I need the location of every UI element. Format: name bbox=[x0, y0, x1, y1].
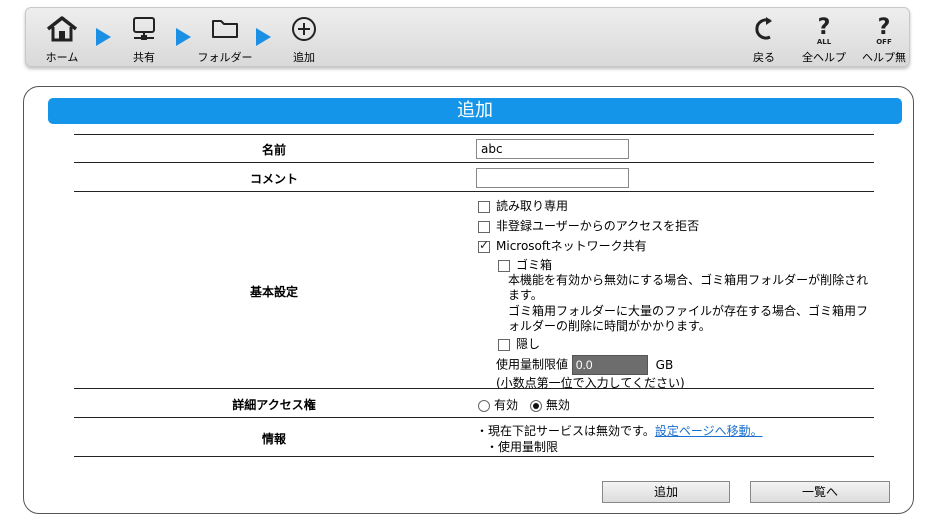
readonly-option[interactable]: 読み取り専用 bbox=[478, 197, 568, 214]
breadcrumb-add[interactable]: 追加 bbox=[288, 8, 320, 68]
deny-guest-checkbox[interactable] bbox=[478, 220, 490, 233]
ms-share-option[interactable]: Microsoftネットワーク共有 bbox=[478, 237, 647, 254]
help-off-icon: ? OFF bbox=[876, 16, 892, 46]
all-help-button[interactable]: ? ALL 全ヘルプ bbox=[800, 8, 848, 68]
readonly-label: 読み取り専用 bbox=[496, 199, 569, 213]
trash-note-1: 本機能を有効から無効にする場合、ゴミ箱用フォルダーが削除されます。 bbox=[508, 273, 869, 302]
hidden-option[interactable]: 隠し bbox=[498, 335, 540, 352]
breadcrumb-arrow-icon bbox=[96, 28, 111, 46]
basic-label: 基本設定 bbox=[249, 285, 298, 299]
all-help-label: 全ヘルプ bbox=[802, 51, 846, 64]
info-line-1: ・現在下記サービスは無効です。設定ページへ移動。 bbox=[476, 422, 763, 439]
bullet-icon: ・ bbox=[486, 440, 499, 454]
breadcrumb-arrow-icon bbox=[256, 28, 271, 46]
ms-share-checkbox[interactable] bbox=[478, 238, 490, 253]
info-service: 使用量制限 bbox=[498, 440, 559, 454]
name-label: 名前 bbox=[261, 143, 286, 157]
deny-guest-option[interactable]: 非登録ユーザーからのアクセスを拒否 bbox=[478, 217, 699, 234]
breadcrumb-arrow-icon bbox=[176, 28, 191, 46]
hidden-label: 隠し bbox=[516, 337, 541, 351]
ms-share-label: Microsoftネットワーク共有 bbox=[496, 239, 647, 253]
breadcrumb-folder[interactable]: フォルダー bbox=[194, 8, 256, 68]
toolbar: ホーム 共有 フォルダー 追加 戻る ? ALL 全ヘルプ ? OFF ヘルプ無 bbox=[25, 7, 910, 67]
hidden-checkbox[interactable] bbox=[498, 338, 510, 351]
help-all-icon: ? ALL bbox=[817, 16, 832, 46]
trash-checkbox[interactable] bbox=[498, 259, 510, 272]
acl-disabled-radio[interactable] bbox=[529, 399, 542, 412]
readonly-checkbox[interactable] bbox=[478, 200, 490, 213]
help-off-label: ヘルプ無 bbox=[862, 51, 906, 64]
form-table: 名前 コメント 基本設定 読み取り専用 非登録ユーザーからのアクセスを拒否 Mi… bbox=[74, 134, 874, 457]
acl-disabled-label: 無効 bbox=[545, 398, 570, 412]
svg-text:ALL: ALL bbox=[817, 38, 832, 46]
form-row-comment: コメント bbox=[74, 162, 874, 191]
back-label: 戻る bbox=[753, 51, 775, 64]
form-row-info: 情報 ・現在下記サービスは無効です。設定ページへ移動。 ・使用量制限 bbox=[74, 417, 874, 457]
comment-label: コメント bbox=[249, 172, 298, 186]
acl-enabled-label: 有効 bbox=[494, 398, 519, 412]
add-folder-panel: 追加 名前 コメント 基本設定 読み取り専用 非登録ユーザーからのアクセスを拒否… bbox=[23, 86, 914, 514]
settings-link[interactable]: 設定ページへ移動。 bbox=[655, 424, 763, 438]
acl-label: 詳細アクセス権 bbox=[232, 398, 316, 412]
breadcrumb-home[interactable]: ホーム bbox=[38, 8, 86, 68]
acl-options: 有効 無効 bbox=[478, 396, 570, 413]
breadcrumb-add-label: 追加 bbox=[293, 51, 315, 64]
back-button[interactable]: 戻る bbox=[748, 8, 780, 68]
trash-option[interactable]: ゴミ箱 bbox=[498, 256, 552, 273]
info-line-2: ・使用量制限 bbox=[486, 438, 558, 455]
folder-icon bbox=[212, 20, 238, 38]
form-row-name: 名前 bbox=[74, 134, 874, 162]
trash-note-2: ゴミ箱用フォルダーに大量のファイルが存在する場合、ゴミ箱用フォルダーの削除に時間… bbox=[508, 304, 869, 333]
list-button[interactable]: 一覧へ bbox=[750, 481, 890, 503]
quota-unit: GB bbox=[655, 357, 674, 372]
network-share-icon bbox=[133, 17, 155, 40]
add-circle-icon bbox=[292, 17, 316, 41]
deny-guest-label: 非登録ユーザーからのアクセスを拒否 bbox=[496, 219, 700, 233]
quota-row: 使用量制限値 GB bbox=[496, 355, 673, 375]
breadcrumb-home-label: ホーム bbox=[45, 51, 79, 64]
name-input[interactable] bbox=[476, 139, 629, 159]
comment-input[interactable] bbox=[476, 168, 629, 188]
svg-text:?: ? bbox=[818, 16, 831, 40]
panel-title: 追加 bbox=[48, 98, 902, 124]
info-text: 現在下記サービスは無効です。 bbox=[488, 424, 655, 438]
add-button[interactable]: 追加 bbox=[602, 481, 730, 503]
svg-text:?: ? bbox=[878, 16, 891, 40]
info-label: 情報 bbox=[261, 432, 286, 446]
breadcrumb-share-label: 共有 bbox=[133, 51, 155, 64]
breadcrumb-share[interactable]: 共有 bbox=[126, 8, 162, 68]
home-icon bbox=[46, 16, 78, 42]
breadcrumb-folder-label: フォルダー bbox=[197, 51, 253, 64]
form-row-acl: 詳細アクセス権 有効 無効 bbox=[74, 388, 874, 417]
back-arrow-icon bbox=[755, 17, 772, 40]
quota-input[interactable] bbox=[571, 355, 648, 375]
bullet-icon: ・ bbox=[476, 424, 489, 438]
acl-enabled-radio[interactable] bbox=[478, 399, 490, 412]
quota-label: 使用量制限値 bbox=[496, 357, 569, 372]
help-off-button[interactable]: ? OFF ヘルプ無 bbox=[860, 8, 908, 68]
trash-label: ゴミ箱 bbox=[516, 258, 553, 272]
form-row-basic: 基本設定 読み取り専用 非登録ユーザーからのアクセスを拒否 Microsoftネ… bbox=[74, 191, 874, 390]
svg-text:OFF: OFF bbox=[876, 38, 892, 46]
